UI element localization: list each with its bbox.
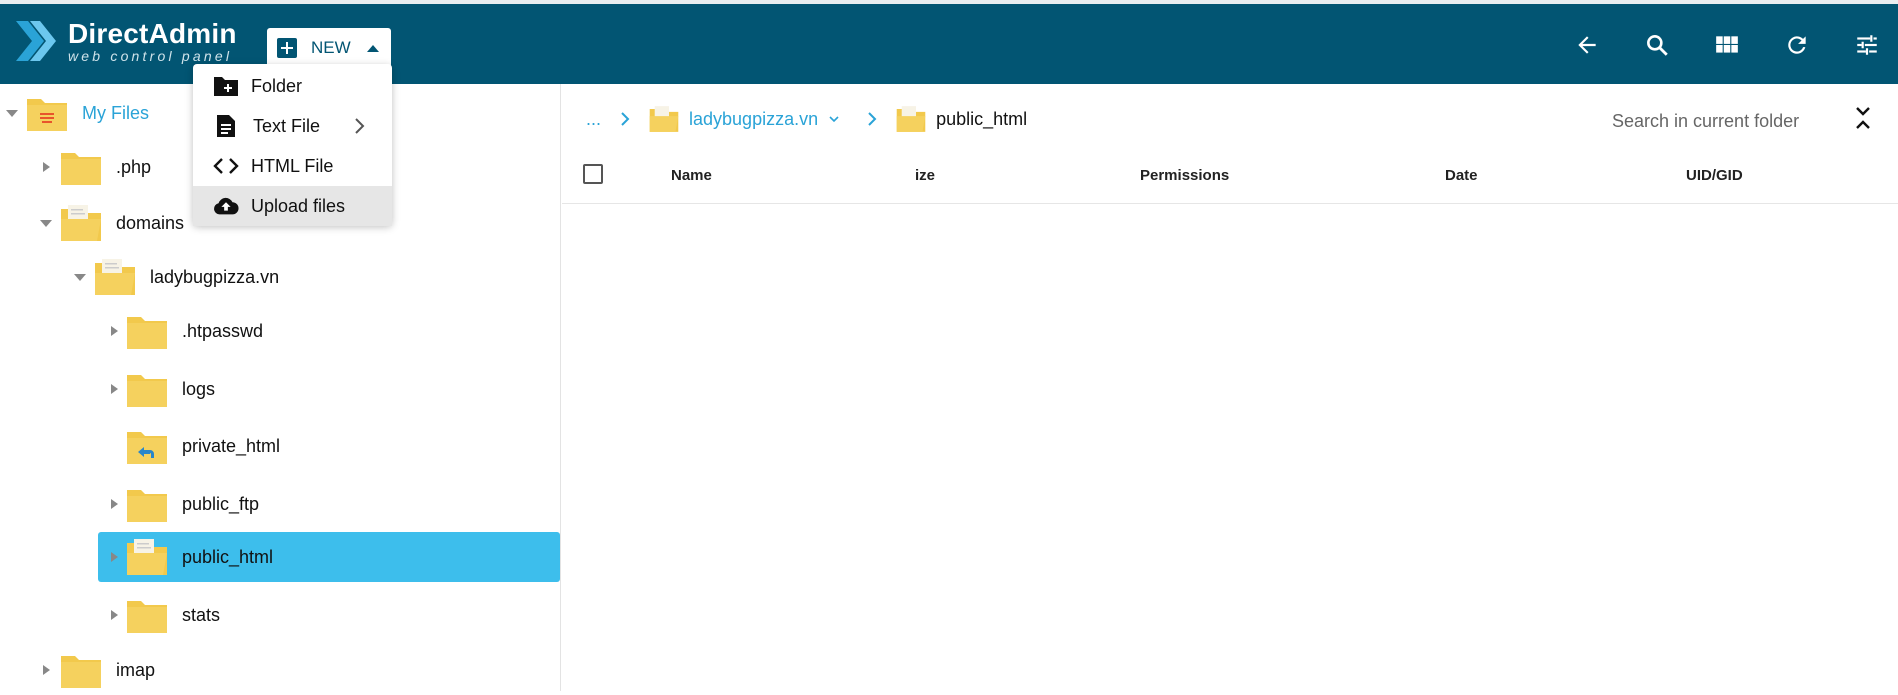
open-folder-icon [896, 106, 926, 132]
menu-item-label: Folder [251, 75, 303, 96]
expand-toggle-icon[interactable] [108, 551, 120, 563]
tree-item[interactable]: domains [40, 198, 184, 248]
search-input[interactable] [1612, 104, 1812, 138]
text-file-icon [213, 113, 239, 139]
menu-item-label: Text File [253, 115, 321, 136]
tree-label: ladybugpizza.vn [150, 266, 280, 287]
breadcrumb-ellipsis[interactable]: ... [586, 109, 601, 130]
symlink-folder-icon [127, 432, 167, 464]
breadcrumb: ... ladybugpizza.vn public_html [562, 96, 1027, 142]
expand-toggle-icon[interactable] [108, 383, 120, 395]
tree-item-my-files[interactable]: My Files [6, 88, 149, 138]
open-folder-icon [649, 106, 679, 132]
tree-label: logs [182, 378, 216, 399]
tree-item[interactable]: public_ftp [108, 479, 259, 529]
column-header-uid-gid[interactable]: UID/GID [1686, 167, 1743, 184]
chevron-right-icon [354, 117, 366, 140]
tree-item[interactable]: stats [108, 590, 220, 640]
search-button[interactable] [1642, 30, 1672, 60]
folder-icon [127, 375, 167, 407]
tree-item[interactable]: .htpasswd [108, 306, 263, 356]
tree-label: domains [116, 212, 185, 233]
column-header-name[interactable]: Name [671, 167, 712, 184]
chevron-right-icon [621, 112, 630, 126]
menu-item-label: HTML File [251, 155, 334, 176]
breadcrumb-current: public_html [936, 108, 1028, 129]
chevron-down-icon[interactable] [828, 115, 840, 123]
grid-view-button[interactable] [1712, 30, 1742, 60]
refresh-icon [1788, 36, 1806, 54]
breadcrumb-domain[interactable]: ladybugpizza.vn [689, 109, 818, 130]
tree-item-selected[interactable]: public_html [98, 532, 560, 582]
settings-button[interactable] [1852, 30, 1882, 60]
divider [562, 204, 624, 205]
new-button[interactable]: NEW [267, 28, 391, 68]
expand-toggle-icon[interactable] [6, 107, 18, 119]
open-folder-icon [127, 539, 167, 575]
expand-toggle-icon[interactable] [74, 271, 86, 283]
code-icon [213, 153, 239, 179]
caret-up-icon [366, 44, 379, 52]
directadmin-logo-icon [16, 21, 56, 61]
menu-item-upload-files[interactable]: Upload files [193, 186, 392, 226]
expand-toggle-icon[interactable] [40, 217, 52, 229]
search-icon [1647, 35, 1668, 56]
tree-label: private_html [182, 435, 281, 456]
folder-icon [127, 601, 167, 633]
folder-icon [127, 490, 167, 522]
expand-toggle-placeholder [108, 440, 120, 452]
tree-label: My Files [82, 102, 149, 123]
folder-icon [61, 153, 101, 185]
open-folder-icon [95, 259, 135, 295]
folder-icon [61, 656, 101, 688]
menu-item-new-folder[interactable]: Folder [193, 66, 392, 106]
menu-item-html-file[interactable]: HTML File [193, 146, 392, 186]
expand-toggle-icon[interactable] [108, 498, 120, 510]
select-all-checkbox[interactable] [583, 164, 603, 184]
tree-label: .php [116, 156, 152, 177]
tree-label: imap [116, 659, 156, 680]
menu-item-text-file[interactable]: Text File [193, 106, 392, 146]
column-header-permissions[interactable]: Permissions [1140, 167, 1229, 184]
expand-toggle-icon[interactable] [108, 609, 120, 621]
tree-label: stats [182, 604, 221, 625]
back-button[interactable] [1572, 30, 1602, 60]
new-button-label: NEW [311, 38, 351, 57]
file-table-header: Name ize Permissions Date UID/GID [562, 148, 1898, 204]
arrow-back-icon [1578, 36, 1596, 54]
chevron-right-icon [868, 112, 877, 126]
tree-label: .htpasswd [182, 320, 264, 341]
plus-icon [277, 38, 297, 58]
tree-label: public_ftp [182, 493, 260, 514]
cloud-upload-icon [213, 193, 239, 219]
menu-item-label: Upload files [251, 195, 346, 216]
folder-icon [127, 317, 167, 349]
tree-item[interactable]: .php [40, 142, 151, 192]
tree-item[interactable]: imap [40, 645, 155, 695]
tree-item[interactable]: logs [108, 364, 215, 414]
file-list-panel: ... ladybugpizza.vn public_html Name ize… [562, 84, 1898, 691]
app-subtitle: web control panel [68, 47, 233, 64]
new-dropdown-menu: Folder Text File HTML File Upload files [193, 64, 392, 226]
settings-sliders-icon [1857, 35, 1877, 55]
collapse-button[interactable] [1852, 104, 1878, 134]
directadmin-logo[interactable]: DirectAdmin web control panel [14, 16, 237, 66]
grid-view-icon [1716, 36, 1738, 53]
collapse-icon [1856, 107, 1870, 129]
expand-toggle-icon[interactable] [40, 161, 52, 173]
tree-label: public_html [182, 546, 274, 567]
expand-toggle-icon[interactable] [40, 664, 52, 676]
refresh-button[interactable] [1782, 30, 1812, 60]
new-folder-icon [213, 73, 239, 99]
expand-toggle-icon[interactable] [108, 325, 120, 337]
tree-item[interactable]: private_html [108, 421, 280, 471]
open-folder-icon [61, 205, 101, 241]
tree-item[interactable]: ladybugpizza.vn [74, 252, 279, 302]
app-title: DirectAdmin [68, 17, 237, 49]
home-folder-icon [27, 99, 67, 131]
column-header-size[interactable]: ize [915, 167, 935, 184]
column-header-date[interactable]: Date [1445, 167, 1478, 184]
